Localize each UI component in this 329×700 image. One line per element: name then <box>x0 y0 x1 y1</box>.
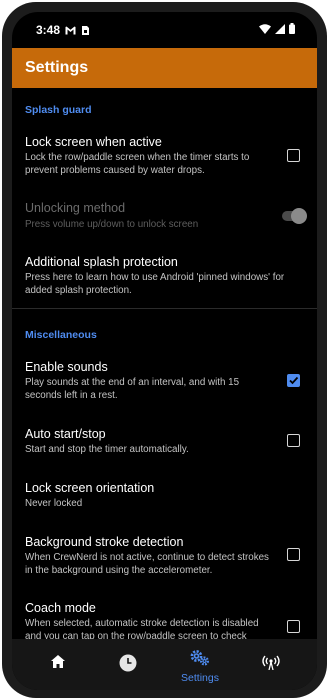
bottom-navigation: Settings <box>12 639 317 690</box>
nav-settings-label: Settings <box>181 672 219 684</box>
pref-background-stroke[interactable]: Background stroke detection When CrewNer… <box>12 526 317 582</box>
status-right <box>259 23 295 34</box>
pref-background-stroke-title: Background stroke detection <box>25 535 184 549</box>
signal-icon <box>275 23 285 34</box>
pref-background-stroke-summary: When CrewNerd is not active, continue to… <box>25 552 269 576</box>
gears-icon <box>190 650 210 666</box>
pref-unlocking-method-summary: Press volume up/down to unlock screen <box>25 219 199 230</box>
pref-unlocking-method-title: Unlocking method <box>25 201 126 215</box>
pref-enable-sounds[interactable]: Enable sounds Play sounds at the end of … <box>12 351 317 409</box>
wifi-icon <box>259 23 271 34</box>
section-header-miscellaneous: Miscellaneous <box>25 329 97 341</box>
nav-settings[interactable]: Settings <box>165 639 235 690</box>
page-title: Settings <box>25 59 89 76</box>
antenna-icon <box>262 655 280 670</box>
pref-auto-start[interactable]: Auto start/stop Start and stop the timer… <box>12 418 317 462</box>
pref-lock-screen-title: Lock screen when active <box>25 135 162 149</box>
unlocking-method-switch <box>282 208 307 224</box>
gmail-icon <box>65 26 76 34</box>
screen: 3:48 Settings Splash guard Lock screen w… <box>12 12 317 690</box>
nav-timer[interactable] <box>93 639 163 690</box>
switch-thumb <box>291 208 307 224</box>
pref-coach-mode-title: Coach mode <box>25 601 96 615</box>
nav-connect[interactable] <box>236 639 306 690</box>
clock-icon <box>119 654 137 672</box>
status-time: 3:48 <box>36 23 61 37</box>
sim-icon <box>82 25 90 35</box>
pref-enable-sounds-summary: Play sounds at the end of an interval, a… <box>25 377 240 401</box>
section-header-splash-guard: Splash guard <box>25 104 92 116</box>
section-divider <box>12 308 317 309</box>
nav-home[interactable] <box>23 639 93 690</box>
pref-splash-protection-summary: Press here to learn how to use Android '… <box>25 272 285 296</box>
pref-splash-protection[interactable]: Additional splash protection Press here … <box>12 246 317 296</box>
status-left: 3:48 <box>36 23 90 37</box>
pref-orientation-summary: Never locked <box>25 498 83 509</box>
pref-splash-protection-title: Additional splash protection <box>25 255 178 269</box>
battery-icon <box>289 23 295 34</box>
check-icon <box>289 376 299 385</box>
pref-auto-start-title: Auto start/stop <box>25 427 106 441</box>
auto-start-checkbox[interactable] <box>287 434 300 447</box>
phone-frame: 3:48 Settings Splash guard Lock screen w… <box>2 2 327 698</box>
pref-enable-sounds-title: Enable sounds <box>25 360 108 374</box>
background-stroke-checkbox[interactable] <box>287 548 300 561</box>
pref-orientation-title: Lock screen orientation <box>25 481 155 495</box>
pref-unlocking-method: Unlocking method Press volume up/down to… <box>12 192 317 232</box>
pref-lock-screen-summary: Lock the row/paddle screen when the time… <box>25 152 250 176</box>
pref-orientation[interactable]: Lock screen orientation Never locked <box>12 472 317 516</box>
pref-auto-start-summary: Start and stop the timer automatically. <box>25 444 189 455</box>
coach-mode-checkbox[interactable] <box>287 620 300 633</box>
app-bar: Settings <box>12 48 317 88</box>
home-icon <box>51 655 65 668</box>
pref-lock-screen[interactable]: Lock screen when active Lock the row/pad… <box>12 126 317 184</box>
enable-sounds-checkbox[interactable] <box>287 374 300 387</box>
status-bar: 3:48 <box>12 12 317 48</box>
lock-screen-checkbox[interactable] <box>287 149 300 162</box>
